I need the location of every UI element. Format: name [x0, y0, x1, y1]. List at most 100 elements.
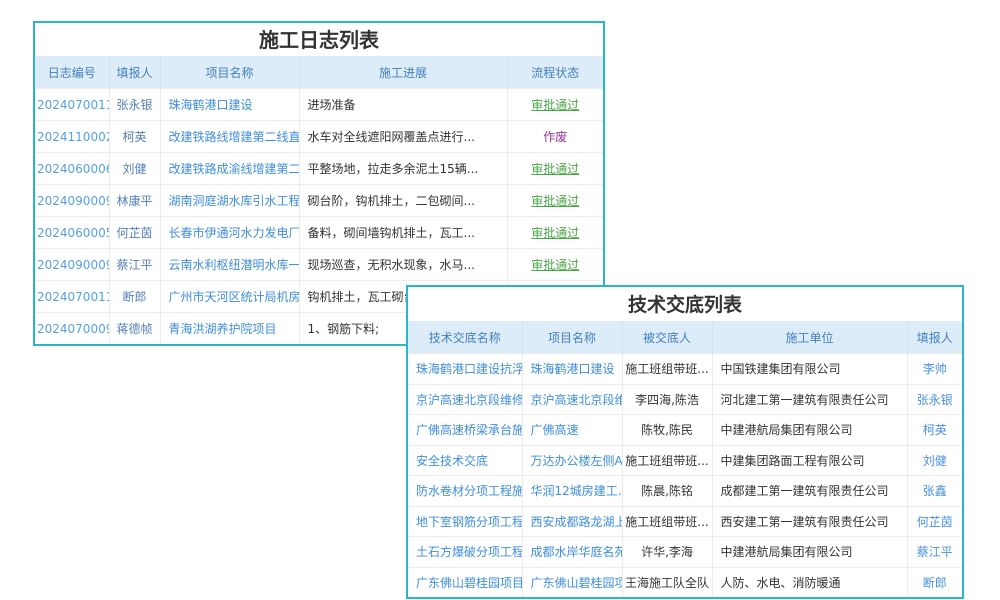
table-row: 防水卷材分项工程施...华润12城房建工...陈晨,陈铭成都建工第一建筑有限责任… [408, 476, 962, 507]
recipients-text: 许华,李海 [622, 537, 712, 568]
status-label[interactable]: 审批通过 [507, 153, 603, 185]
column-header-recipients: 被交底人 [622, 321, 712, 354]
log-id-link[interactable]: 2024110002 [35, 121, 109, 153]
construction-log-title: 施工日志列表 [35, 23, 603, 56]
reporter-name[interactable]: 柯英 [907, 415, 962, 446]
column-header-project: 项目名称 [160, 56, 299, 89]
status-label: 作废 [507, 121, 603, 153]
column-header-status: 流程状态 [507, 56, 603, 89]
column-header-log-id: 日志编号 [35, 56, 109, 89]
table-row: 广东佛山碧桂园项目...广东佛山碧桂园项目王海施工队全队人防、水电、消防暖通断郎 [408, 567, 962, 597]
table-row: 2024070011张永银珠海鹤港口建设进场准备审批通过 [35, 89, 603, 121]
reporter-name[interactable]: 何芷茵 [109, 217, 160, 249]
log-id-link[interactable]: 2024070011 [35, 89, 109, 121]
unit-text: 人防、水电、消防暖通 [712, 567, 907, 597]
recipients-text: 施工班组带班... [622, 506, 712, 537]
status-label[interactable]: 审批通过 [507, 185, 603, 217]
project-link[interactable]: 改建铁路线增建第二线直... [160, 121, 299, 153]
table-row: 安全技术交底万达办公楼左侧A...施工班组带班...中建集团路面工程有限公司刘健 [408, 445, 962, 476]
project-link[interactable]: 改建铁路成渝线增建第二... [160, 153, 299, 185]
table-row: 广佛高速桥梁承台施...广佛高速陈牧,陈民中建港航局集团有限公司柯英 [408, 415, 962, 446]
table-row: 地下室钢筋分项工程...西安成都路龙湖上...施工班组带班...西安建工第一建筑… [408, 506, 962, 537]
project-link[interactable]: 青海洪湖养护院项目 [160, 313, 299, 345]
progress-text: 现场巡查，无积水现象，水马... [299, 249, 507, 281]
project-link[interactable]: 云南水利枢纽潜明水库一... [160, 249, 299, 281]
project-link[interactable]: 珠海鹤港口建设 [522, 354, 622, 385]
reporter-name[interactable]: 林康平 [109, 185, 160, 217]
log-id-link[interactable]: 2024060006 [35, 153, 109, 185]
reporter-name[interactable]: 断郎 [907, 567, 962, 597]
project-link[interactable]: 西安成都路龙湖上... [522, 506, 622, 537]
project-link[interactable]: 万达办公楼左侧A... [522, 445, 622, 476]
table-row: 2024110002柯英改建铁路线增建第二线直...水车对全线遮阳网覆盖点进行.… [35, 121, 603, 153]
reporter-name[interactable]: 刘健 [109, 153, 160, 185]
project-link[interactable]: 广佛高速 [522, 415, 622, 446]
log-id-link[interactable]: 2024070009 [35, 313, 109, 345]
log-id-link[interactable]: 2024070011 [35, 281, 109, 313]
reporter-name[interactable]: 张鑫 [907, 476, 962, 507]
reporter-name[interactable]: 李帅 [907, 354, 962, 385]
project-link[interactable]: 成都水岸华庭名苑... [522, 537, 622, 568]
recipients-text: 陈晨,陈铭 [622, 476, 712, 507]
unit-text: 河北建工第一建筑有限责任公司 [712, 384, 907, 415]
column-header-project: 项目名称 [522, 321, 622, 354]
project-link[interactable]: 广东佛山碧桂园项目 [522, 567, 622, 597]
disclosure-link[interactable]: 珠海鹤港口建设抗浮... [408, 354, 522, 385]
status-label[interactable]: 审批通过 [507, 89, 603, 121]
disclosure-link[interactable]: 防水卷材分项工程施... [408, 476, 522, 507]
status-label[interactable]: 审批通过 [507, 249, 603, 281]
disclosure-link[interactable]: 土石方爆破分项工程... [408, 537, 522, 568]
reporter-name[interactable]: 断郎 [109, 281, 160, 313]
column-header-reporter: 填报人 [907, 321, 962, 354]
column-header-unit: 施工单位 [712, 321, 907, 354]
technical-disclosure-panel: 技术交底列表 技术交底名称 项目名称 被交底人 施工单位 填报人 珠海鹤港口建设… [406, 285, 964, 599]
unit-text: 成都建工第一建筑有限责任公司 [712, 476, 907, 507]
technical-disclosure-title: 技术交底列表 [408, 287, 962, 321]
recipients-text: 陈牧,陈民 [622, 415, 712, 446]
recipients-text: 李四海,陈浩 [622, 384, 712, 415]
table-row: 珠海鹤港口建设抗浮...珠海鹤港口建设施工班组带班...中国铁建集团有限公司李帅 [408, 354, 962, 385]
progress-text: 平整场地，拉走多余泥土15辆... [299, 153, 507, 185]
recipients-text: 施工班组带班... [622, 445, 712, 476]
recipients-text: 王海施工队全队 [622, 567, 712, 597]
log-id-link[interactable]: 2024090009 [35, 185, 109, 217]
unit-text: 中建港航局集团有限公司 [712, 415, 907, 446]
project-link[interactable]: 湖南洞庭湖水库引水工程... [160, 185, 299, 217]
table-header-row: 日志编号 填报人 项目名称 施工进展 流程状态 [35, 56, 603, 89]
table-header-row: 技术交底名称 项目名称 被交底人 施工单位 填报人 [408, 321, 962, 354]
reporter-name[interactable]: 张永银 [907, 384, 962, 415]
project-link[interactable]: 京沪高速北京段维修 [522, 384, 622, 415]
reporter-name[interactable]: 何芷茵 [907, 506, 962, 537]
project-link[interactable]: 华润12城房建工... [522, 476, 622, 507]
log-id-link[interactable]: 2024090009 [35, 249, 109, 281]
progress-text: 备料，砌间墙钩机排土，瓦工... [299, 217, 507, 249]
project-link[interactable]: 广州市天河区统计局机房... [160, 281, 299, 313]
unit-text: 中国铁建集团有限公司 [712, 354, 907, 385]
disclosure-link[interactable]: 广佛高速桥梁承台施... [408, 415, 522, 446]
status-label[interactable]: 审批通过 [507, 217, 603, 249]
disclosure-link[interactable]: 地下室钢筋分项工程... [408, 506, 522, 537]
reporter-name[interactable]: 刘健 [907, 445, 962, 476]
reporter-name[interactable]: 张永银 [109, 89, 160, 121]
column-header-reporter: 填报人 [109, 56, 160, 89]
reporter-name[interactable]: 蒋德帧 [109, 313, 160, 345]
project-link[interactable]: 长春市伊通河水力发电厂... [160, 217, 299, 249]
disclosure-link[interactable]: 安全技术交底 [408, 445, 522, 476]
reporter-name[interactable]: 蔡江平 [907, 537, 962, 568]
unit-text: 中建港航局集团有限公司 [712, 537, 907, 568]
unit-text: 西安建工第一建筑有限责任公司 [712, 506, 907, 537]
column-header-progress: 施工进展 [299, 56, 507, 89]
table-row: 京沪高速北京段维修...京沪高速北京段维修李四海,陈浩河北建工第一建筑有限责任公… [408, 384, 962, 415]
table-row: 2024090009蔡江平云南水利枢纽潜明水库一...现场巡查，无积水现象，水马… [35, 249, 603, 281]
disclosure-link[interactable]: 广东佛山碧桂园项目... [408, 567, 522, 597]
table-row: 2024060006刘健改建铁路成渝线增建第二...平整场地，拉走多余泥土15辆… [35, 153, 603, 185]
column-header-disclosure-name: 技术交底名称 [408, 321, 522, 354]
disclosure-link[interactable]: 京沪高速北京段维修... [408, 384, 522, 415]
project-link[interactable]: 珠海鹤港口建设 [160, 89, 299, 121]
reporter-name[interactable]: 柯英 [109, 121, 160, 153]
progress-text: 进场准备 [299, 89, 507, 121]
reporter-name[interactable]: 蔡江平 [109, 249, 160, 281]
technical-disclosure-table: 技术交底名称 项目名称 被交底人 施工单位 填报人 珠海鹤港口建设抗浮...珠海… [408, 321, 962, 597]
table-row: 2024060005何芷茵长春市伊通河水力发电厂...备料，砌间墙钩机排土，瓦工… [35, 217, 603, 249]
log-id-link[interactable]: 2024060005 [35, 217, 109, 249]
